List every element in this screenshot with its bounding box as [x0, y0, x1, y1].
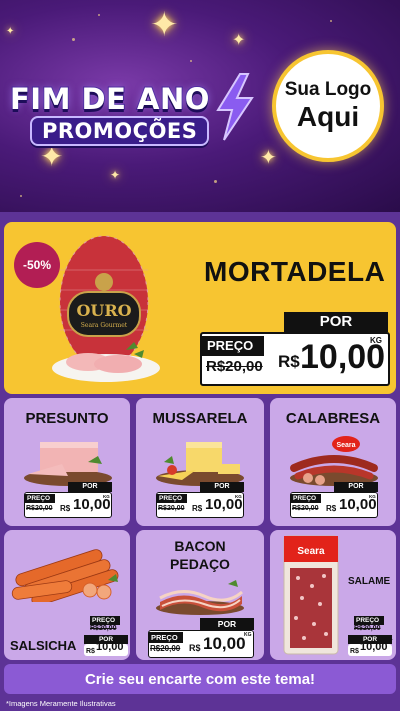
old-price: R$20,00 — [90, 625, 117, 632]
sparkle-icon: ✦ — [260, 145, 277, 169]
calabresa-image: Seara — [290, 436, 378, 486]
por-label: POR — [200, 482, 244, 492]
por-label: POR — [284, 312, 388, 332]
por-label: POR — [334, 482, 378, 492]
sparkle-dot — [72, 38, 75, 41]
brand-label: OURO — [76, 301, 131, 320]
featured-product-card[interactable]: OURO Seara Gourmet -50% MORTADELA POR PR… — [4, 222, 396, 394]
lightning-bolt-icon — [216, 73, 254, 141]
price-box: PREÇO R$20,00 R$ 10,00 KG — [148, 630, 254, 658]
product-name: CALABRESA — [285, 410, 381, 427]
new-price-currency: R$ — [86, 648, 95, 655]
mortadela-image: OURO Seara Gourmet — [52, 235, 160, 382]
price-tag: POR PREÇO R$20,00 R$ 10,00 KG — [156, 482, 244, 520]
new-price-currency: R$ — [189, 643, 201, 653]
discount-badge: -50% — [14, 242, 60, 288]
price-box: PREÇO R$20,00 R$ 10,00 KG — [156, 492, 244, 518]
salame-image: Seara — [283, 535, 339, 655]
create-flyer-button[interactable]: Crie seu encarte com este tema! — [4, 664, 396, 694]
preco-label: PREÇO — [149, 632, 183, 643]
product-card-calabresa[interactable]: CALABRESA Seara POR PREÇO R$20,00 R$ 10,… — [270, 398, 396, 526]
sparkle-dot — [330, 20, 332, 22]
product-card-mussarela[interactable]: MUSSARELA POR PREÇO R$20,00 R$ 10,00 KG — [136, 398, 264, 526]
logo-placeholder[interactable]: Sua Logo Aqui — [272, 50, 384, 162]
new-price: 10,00 — [203, 634, 246, 653]
logo-text-line1: Sua Logo — [284, 79, 372, 100]
old-price: R$20,00 — [26, 505, 53, 512]
preco-label: PREÇO — [354, 616, 384, 625]
new-price-currency: R$ — [60, 504, 71, 513]
sparkle-dot — [190, 60, 192, 62]
por-label: POR — [68, 482, 112, 492]
price-tag: POR PREÇO R$20,00 R$ 10,00 KG — [200, 312, 390, 386]
header-banner: ✦ ✦ ✦ ✦ ✦ ✦ FIM DE ANO PROMOÇÕES Sua Log… — [0, 0, 400, 212]
disclaimer-text: *Imagens Meramente Ilustrativas — [6, 699, 116, 708]
old-price: R$20,00 — [158, 505, 185, 512]
product-name: PRESUNTO — [25, 410, 109, 427]
product-name: MUSSARELA — [152, 410, 248, 427]
offers-section: OURO Seara Gourmet -50% MORTADELA POR PR… — [0, 212, 400, 711]
product-card-salame[interactable]: Seara SALAME PREÇO R$20,00 POR R$ 10,00 … — [270, 530, 396, 660]
sparkle-icon: ✦ — [232, 30, 246, 49]
salsicha-image-cut — [82, 574, 118, 600]
preco-label: PREÇO — [90, 616, 120, 625]
product-name-line1: BACON — [174, 538, 226, 554]
old-price: R$20,00 — [292, 505, 319, 512]
sparkle-dot — [20, 195, 22, 197]
price-unit: KG — [244, 632, 252, 638]
old-price: R$20,00 — [206, 358, 263, 375]
product-name: MORTADELA — [204, 256, 386, 287]
preco-label: PREÇO — [202, 336, 264, 356]
sparkle-icon: ✦ — [110, 168, 121, 182]
sparkle-icon: ✦ — [6, 26, 15, 37]
sparkle-icon: ✦ — [150, 5, 179, 45]
old-price: R$20,00 — [354, 625, 381, 632]
preco-label: PREÇO — [291, 494, 321, 503]
new-price-currency: R$ — [278, 352, 300, 371]
product-name: SALAME — [348, 576, 391, 587]
sparkle-dot — [98, 14, 100, 16]
new-price-currency: R$ — [350, 648, 359, 655]
old-price: R$20,00 — [150, 644, 181, 653]
price-unit: KG — [369, 494, 376, 499]
price-tag: POR PREÇO R$20,00 R$ 10,00 KG — [290, 482, 378, 520]
preco-label: PREÇO — [157, 494, 187, 503]
price-box: PREÇO R$20,00 R$ 10,00 KG — [200, 332, 390, 386]
price-box: PREÇO R$20,00 R$ 10,00 KG — [24, 492, 112, 518]
bacon-image — [156, 580, 244, 615]
sparkle-dot — [214, 180, 217, 183]
product-card-bacon[interactable]: BACON PEDAÇO POR PREÇO R$20,00 R$ 10,00 … — [136, 530, 264, 660]
price-unit: UNID. — [382, 636, 393, 641]
preco-label: PREÇO — [25, 494, 55, 503]
brand-sublabel: Seara Gourmet — [81, 322, 128, 329]
price-tag: POR PREÇO R$20,00 R$ 10,00 KG — [148, 618, 254, 658]
price-unit: KG — [122, 637, 128, 642]
price-box: PREÇO R$20,00 R$ 10,00 KG — [290, 492, 378, 518]
new-price-currency: R$ — [192, 504, 203, 513]
price-unit: KG — [370, 336, 382, 345]
brand-logo: Seara — [336, 442, 355, 449]
campaign-title: FIM DE ANO — [9, 81, 210, 117]
presunto-image — [24, 442, 112, 486]
new-price-currency: R$ — [326, 504, 337, 513]
brand-logo: Seara — [297, 546, 325, 557]
por-label: POR — [200, 618, 254, 630]
price-tag: POR PREÇO R$20,00 R$ 10,00 KG — [24, 482, 112, 520]
product-card-salsicha[interactable]: SALSICHA PREÇO R$20,00 POR R$ 10,00 KG — [4, 530, 130, 660]
product-name-line2: PEDAÇO — [170, 556, 230, 572]
new-price: 10,00 — [360, 641, 388, 653]
new-price: 10,00 — [96, 641, 124, 653]
price-unit: KG — [103, 494, 110, 499]
mussarela-image — [156, 442, 244, 486]
product-card-presunto[interactable]: PRESUNTO POR PREÇO R$20,00 R$ 10,00 KG — [4, 398, 130, 526]
logo-text-line2: Aqui — [296, 101, 360, 132]
price-unit: KG — [235, 494, 242, 499]
product-name: SALSICHA — [10, 638, 77, 653]
campaign-subtitle: PROMOÇÕES — [30, 116, 210, 146]
